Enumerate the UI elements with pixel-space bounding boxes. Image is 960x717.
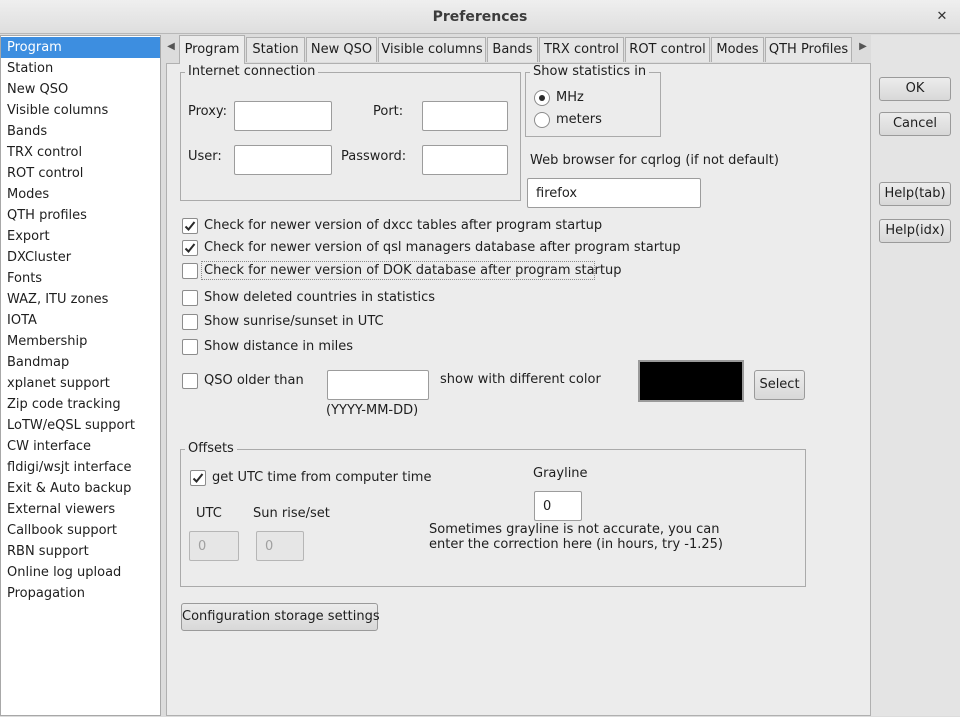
help-idx-button[interactable]: Help(idx) bbox=[879, 219, 951, 243]
sunrise-utc-label: Show sunrise/sunset in UTC bbox=[204, 314, 384, 329]
sidebar-item[interactable]: ROT control bbox=[1, 163, 160, 184]
dialog-button-panel bbox=[871, 35, 960, 716]
utc-from-computer-label: get UTC time from computer time bbox=[212, 470, 432, 485]
port-input[interactable] bbox=[422, 101, 508, 131]
sidebar-item[interactable]: Fonts bbox=[1, 268, 160, 289]
sidebar-item[interactable]: RBN support bbox=[1, 541, 160, 562]
sidebar-item[interactable]: QTH profiles bbox=[1, 205, 160, 226]
utc-from-computer-checkbox[interactable] bbox=[190, 470, 206, 486]
tab-visible-columns[interactable]: Visible columns bbox=[378, 37, 486, 62]
tab-trx-control[interactable]: TRX control bbox=[539, 37, 624, 62]
web-browser-label: Web browser for cqrlog (if not default) bbox=[530, 153, 779, 168]
sunrise-offset-label: Sun rise/set bbox=[253, 506, 330, 521]
meters-radio[interactable] bbox=[534, 112, 550, 128]
sunrise-utc-checkbox[interactable] bbox=[182, 314, 198, 330]
grayline-label: Grayline bbox=[533, 466, 588, 481]
sunrise-offset-input[interactable] bbox=[256, 531, 304, 561]
configuration-storage-button[interactable]: Configuration storage settings bbox=[181, 603, 380, 631]
show-deleted-label: Show deleted countries in statistics bbox=[204, 290, 436, 305]
utc-offset-input[interactable] bbox=[189, 531, 239, 561]
cancel-button[interactable]: Cancel bbox=[879, 112, 951, 136]
sidebar-item[interactable]: xplanet support bbox=[1, 373, 160, 394]
tab-program[interactable]: Program bbox=[179, 35, 245, 64]
sidebar: Program Station New QSO Visible columns Band… bbox=[0, 35, 161, 716]
date-format-hint: (YYYY-MM-DD) bbox=[326, 403, 419, 418]
show-deleted-checkbox[interactable] bbox=[182, 290, 198, 306]
grayline-note-line1: Sometimes grayline is not accurate, you … bbox=[429, 522, 720, 537]
distance-miles-checkbox[interactable] bbox=[182, 339, 198, 355]
sidebar-item[interactable]: Export bbox=[1, 226, 160, 247]
tab-station[interactable]: Station bbox=[246, 37, 305, 62]
port-label: Port: bbox=[373, 104, 404, 119]
check-dxcc-checkbox[interactable] bbox=[182, 218, 198, 234]
tab-scroll-right-icon[interactable]: ▶ bbox=[857, 40, 869, 54]
utc-offset-label: UTC bbox=[196, 506, 222, 521]
qso-older-label: QSO older than bbox=[204, 373, 304, 388]
sidebar-item[interactable]: LoTW/eQSL support bbox=[1, 415, 160, 436]
user-input[interactable] bbox=[234, 145, 332, 175]
sidebar-item[interactable]: Callbook support bbox=[1, 520, 160, 541]
sidebar-item[interactable]: External viewers bbox=[1, 499, 160, 520]
sidebar-item[interactable]: IOTA bbox=[1, 310, 160, 331]
sidebar-item[interactable]: Modes bbox=[1, 184, 160, 205]
password-input[interactable] bbox=[422, 145, 508, 175]
internet-connection-legend: Internet connection bbox=[185, 64, 319, 79]
grayline-note-line2: enter the correction here (in hours, try… bbox=[429, 537, 724, 552]
sidebar-item[interactable]: Station bbox=[1, 58, 160, 79]
sidebar-item[interactable]: Program bbox=[1, 37, 160, 58]
check-qsl-label: Check for newer version of qsl managers … bbox=[204, 240, 681, 255]
select-color-button[interactable]: Select bbox=[754, 370, 805, 400]
check-dxcc-label: Check for newer version of dxcc tables a… bbox=[204, 218, 603, 233]
color-swatch[interactable] bbox=[638, 360, 744, 402]
statistics-unit-legend: Show statistics in bbox=[530, 64, 650, 79]
tab-scroll-left-icon[interactable]: ◀ bbox=[165, 40, 177, 54]
sidebar-item[interactable]: Online log upload bbox=[1, 562, 160, 583]
close-icon[interactable]: ✕ bbox=[934, 9, 950, 25]
ok-button[interactable]: OK bbox=[879, 77, 951, 101]
sidebar-item[interactable]: Visible columns bbox=[1, 100, 160, 121]
sidebar-item[interactable]: Membership bbox=[1, 331, 160, 352]
sidebar-item[interactable]: DXCluster bbox=[1, 247, 160, 268]
sidebar-item[interactable]: Bandmap bbox=[1, 352, 160, 373]
check-dok-label: Check for newer version of DOK database … bbox=[204, 263, 622, 278]
mhz-radio[interactable] bbox=[534, 90, 550, 106]
distance-miles-label: Show distance in miles bbox=[204, 339, 354, 354]
tab-bands[interactable]: Bands bbox=[487, 37, 538, 62]
sidebar-item[interactable]: Zip code tracking bbox=[1, 394, 160, 415]
offsets-legend: Offsets bbox=[185, 441, 237, 456]
tab-rot-control[interactable]: ROT control bbox=[625, 37, 710, 62]
qso-older-date-input[interactable] bbox=[327, 370, 429, 400]
window-title: Preferences bbox=[432, 9, 528, 25]
internet-connection-group bbox=[180, 72, 521, 201]
sidebar-item[interactable]: TRX control bbox=[1, 142, 160, 163]
check-dok-checkbox[interactable] bbox=[182, 263, 198, 279]
sidebar-item[interactable]: WAZ, ITU zones bbox=[1, 289, 160, 310]
tab-new-qso[interactable]: New QSO bbox=[306, 37, 377, 62]
tab-qth-profiles[interactable]: QTH Profiles bbox=[765, 37, 852, 62]
web-browser-input[interactable] bbox=[527, 178, 701, 208]
tab-modes[interactable]: Modes bbox=[711, 37, 764, 62]
mhz-label: MHz bbox=[556, 90, 584, 105]
proxy-input[interactable] bbox=[234, 101, 332, 131]
sidebar-item[interactable]: New QSO bbox=[1, 79, 160, 100]
sidebar-item[interactable]: CW interface bbox=[1, 436, 160, 457]
sidebar-item[interactable]: fldigi/wsjt interface bbox=[1, 457, 160, 478]
qso-older-checkbox[interactable] bbox=[182, 373, 198, 389]
sidebar-item[interactable]: Exit & Auto backup bbox=[1, 478, 160, 499]
check-qsl-checkbox[interactable] bbox=[182, 240, 198, 256]
help-tab-button[interactable]: Help(tab) bbox=[879, 182, 951, 206]
password-label: Password: bbox=[341, 149, 407, 164]
user-label: User: bbox=[188, 149, 222, 164]
meters-label: meters bbox=[556, 112, 602, 127]
different-color-label: show with different color bbox=[440, 372, 601, 387]
sidebar-item[interactable]: Bands bbox=[1, 121, 160, 142]
proxy-label: Proxy: bbox=[188, 104, 228, 119]
sidebar-item[interactable]: Propagation bbox=[1, 583, 160, 604]
grayline-input[interactable] bbox=[534, 491, 582, 521]
